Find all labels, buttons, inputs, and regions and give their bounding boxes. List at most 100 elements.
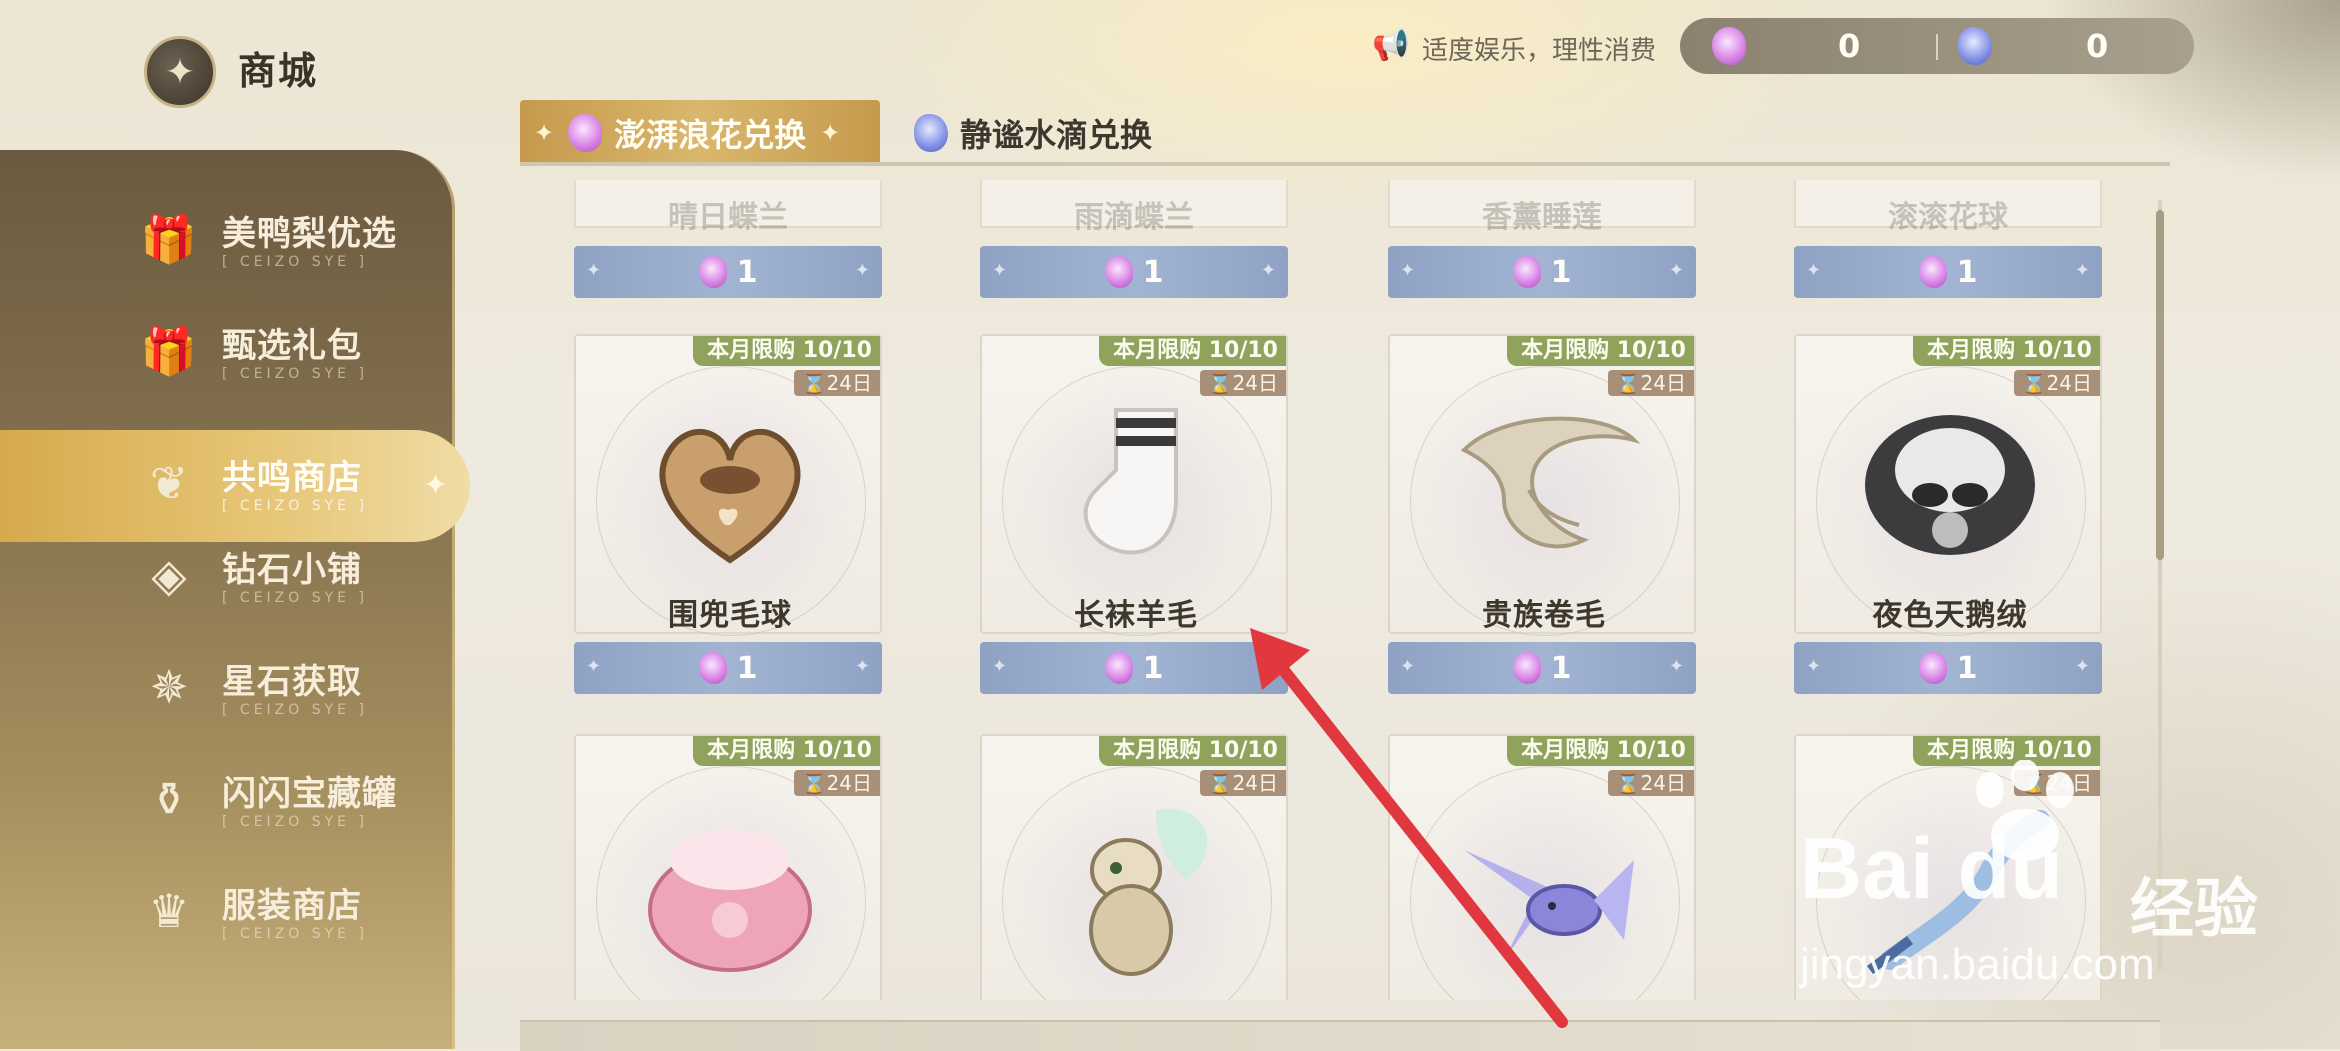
pink-gem-icon <box>698 256 727 288</box>
pink-gem-icon <box>1104 652 1133 684</box>
megaphone-icon: 📢 <box>1372 28 1410 63</box>
sidebar-item-meiyali[interactable]: 🎁 美鸭梨优选 [ CEIZO SYE ] <box>0 186 455 298</box>
item-name: 夜色天鹅绒 <box>1872 598 2028 633</box>
sparkle-icon: ✦ <box>992 656 1008 677</box>
sparkle-icon: ✦ <box>1400 656 1416 677</box>
tab-wave-exchange[interactable]: ✦ 澎湃浪花兑换 ✦ <box>520 100 880 166</box>
curly-wool-icon <box>1460 416 1641 549</box>
price-value: 1 <box>1956 254 1978 290</box>
price-bar[interactable]: ✦ 1 ✦ <box>574 642 882 694</box>
sidebar-item-sub: [ CEIZO SYE ] <box>222 366 368 382</box>
price-bar[interactable]: ✦ 1 ✦ <box>1388 246 1696 298</box>
days-left-badge: ⌛24日 <box>1199 370 1286 396</box>
tabs-divider <box>520 162 2170 166</box>
price-value: 1 <box>1550 254 1572 290</box>
sidebar-item-sub: [ CEIZO SYE ] <box>222 498 368 514</box>
hourglass-icon: ⌛ <box>801 371 827 395</box>
pink-gem-icon <box>698 652 727 684</box>
item-name: 长袜羊毛 <box>1074 598 1198 633</box>
fish-icon <box>1464 850 1634 960</box>
price-bar[interactable]: ✦ 1 ✦ <box>980 246 1288 298</box>
sparkle-icon: ✦ <box>1260 656 1276 677</box>
watermark-brand: Bai du <box>1800 821 2063 917</box>
pink-gem-icon <box>1512 256 1541 288</box>
sidebar-item-diamond-shop[interactable]: ◈ 钻石小铺 [ CEIZO SYE ] <box>0 522 455 634</box>
flame-icon: ❦ <box>149 456 189 510</box>
days-left-badge: ⌛24日 <box>1199 770 1286 796</box>
hourglass-icon: ⌛ <box>1615 371 1641 395</box>
watermark-cn: 经验 <box>2130 873 2258 947</box>
monthly-limit-badge: 本月限购 10/10 <box>693 336 880 366</box>
bottom-tab-strip <box>520 1020 2160 1051</box>
sparkle-icon: ✦ <box>1400 260 1416 281</box>
item-name: 围兜毛球 <box>668 598 792 633</box>
monthly-limit-badge: 本月限购 10/10 <box>693 736 880 766</box>
sparkle-icon: ✦ <box>854 656 870 677</box>
tab-label: 静谧水滴兑换 <box>960 116 1153 154</box>
price-bar[interactable]: ✦ 1 ✦ <box>1794 642 2102 694</box>
item-name: 滚滚花球 <box>1888 200 2008 235</box>
pink-gem-icon <box>1918 652 1947 684</box>
sparkle-icon: ✦ <box>1668 656 1684 677</box>
price-bar[interactable]: ✦ 1 ✦ <box>574 246 882 298</box>
watermark-url: jingyan.baidu.com <box>1800 940 2155 989</box>
days-left-badge: ⌛24日 <box>793 370 880 396</box>
price-bar[interactable]: ✦ 1 ✦ <box>1388 642 1696 694</box>
sidebar-item-treasure-jar[interactable]: ⚱ 闪闪宝藏罐 [ CEIZO SYE ] <box>0 746 455 858</box>
sparkle-icon: ✦ <box>422 468 448 503</box>
sidebar-item-label: 星石获取 <box>222 662 362 702</box>
sidebar-item-clothing-shop[interactable]: ♛ 服装商店 [ CEIZO SYE ] <box>0 858 455 970</box>
item-name: 贵族卷毛 <box>1482 598 1606 633</box>
hourglass-icon: ⌛ <box>1615 771 1641 795</box>
sparkle-icon: ✦ <box>586 656 602 677</box>
scrollbar-thumb[interactable] <box>2156 210 2164 560</box>
sidebar-item-label: 美鸭梨优选 <box>222 214 397 254</box>
hourglass-icon: ⌛ <box>1207 371 1233 395</box>
sidebar-item-star-stone[interactable]: ✵ 星石获取 [ CEIZO SYE ] <box>0 634 455 746</box>
card-body: 本月限购 10/10 ⌛24日 贵族卷毛 <box>1388 334 1696 636</box>
sparkle-icon: ✦ <box>534 119 555 147</box>
tab-droplet-exchange[interactable]: 静谧水滴兑换 <box>890 100 1230 166</box>
sparkle-icon: ✦ <box>1668 260 1684 281</box>
sidebar-item-sub: [ CEIZO SYE ] <box>222 254 368 270</box>
sidebar-item-sub: [ CEIZO SYE ] <box>222 702 368 718</box>
price-value: 1 <box>1142 650 1164 686</box>
moth-fairy-icon <box>1089 808 1208 976</box>
sparkle-icon: ✦ <box>992 260 1008 281</box>
pink-gem-count: 0 <box>1838 27 1861 65</box>
treasure-jar-icon: ⚱ <box>149 772 189 826</box>
sparkle-icon: ✦ <box>1806 260 1822 281</box>
sidebar-item-label: 甄选礼包 <box>222 326 362 366</box>
price-bar[interactable]: ✦ 1 ✦ <box>980 642 1288 694</box>
diamond-icon: ◈ <box>151 548 187 602</box>
heart-pompom-icon <box>659 429 801 564</box>
days-left-badge: ⌛24日 <box>793 770 880 796</box>
item-name: 香薰睡莲 <box>1482 200 1602 235</box>
hourglass-icon: ⌛ <box>801 771 827 795</box>
price-bar[interactable]: ✦ 1 ✦ <box>1794 246 2102 298</box>
pink-gem-icon <box>568 114 603 152</box>
sidebar: ✦ 商城 🎁 美鸭梨优选 [ CEIZO SYE ] 🎁 甄选礼包 [ CEIZ… <box>0 0 470 1049</box>
monthly-limit-badge: 本月限购 10/10 <box>1507 336 1694 366</box>
sidebar-item-label: 闪闪宝藏罐 <box>222 774 397 814</box>
shop-logo-icon[interactable]: ✦ <box>144 36 216 108</box>
wool-sock-icon <box>1083 408 1178 555</box>
notice-text: 适度娱乐，理性消费 <box>1422 36 1657 66</box>
monthly-limit-badge: 本月限购 10/10 <box>1099 736 1286 766</box>
days-left-badge: ⌛24日 <box>2013 370 2100 396</box>
monthly-limit-badge: 本月限购 10/10 <box>1913 336 2100 366</box>
page-title: 商城 <box>238 49 319 93</box>
pink-gem-currency[interactable] <box>1712 26 1746 66</box>
sidebar-item-gift-pack[interactable]: 🎁 甄选礼包 [ CEIZO SYE ] <box>0 298 455 410</box>
days-left-badge: ⌛24日 <box>1607 770 1694 796</box>
price-value: 1 <box>736 254 758 290</box>
sparkle-icon: ✦ <box>820 119 841 147</box>
sidebar-item-label: 钻石小铺 <box>222 550 362 590</box>
price-value: 1 <box>1142 254 1164 290</box>
blue-gem-icon <box>1958 27 1992 65</box>
tab-label: 澎湃浪花兑换 <box>614 116 807 154</box>
sidebar-item-sub: [ CEIZO SYE ] <box>222 814 368 830</box>
hourglass-icon: ⌛ <box>1207 771 1233 795</box>
pink-gem-icon <box>1512 652 1541 684</box>
blue-gem-currency[interactable] <box>1958 26 1992 66</box>
